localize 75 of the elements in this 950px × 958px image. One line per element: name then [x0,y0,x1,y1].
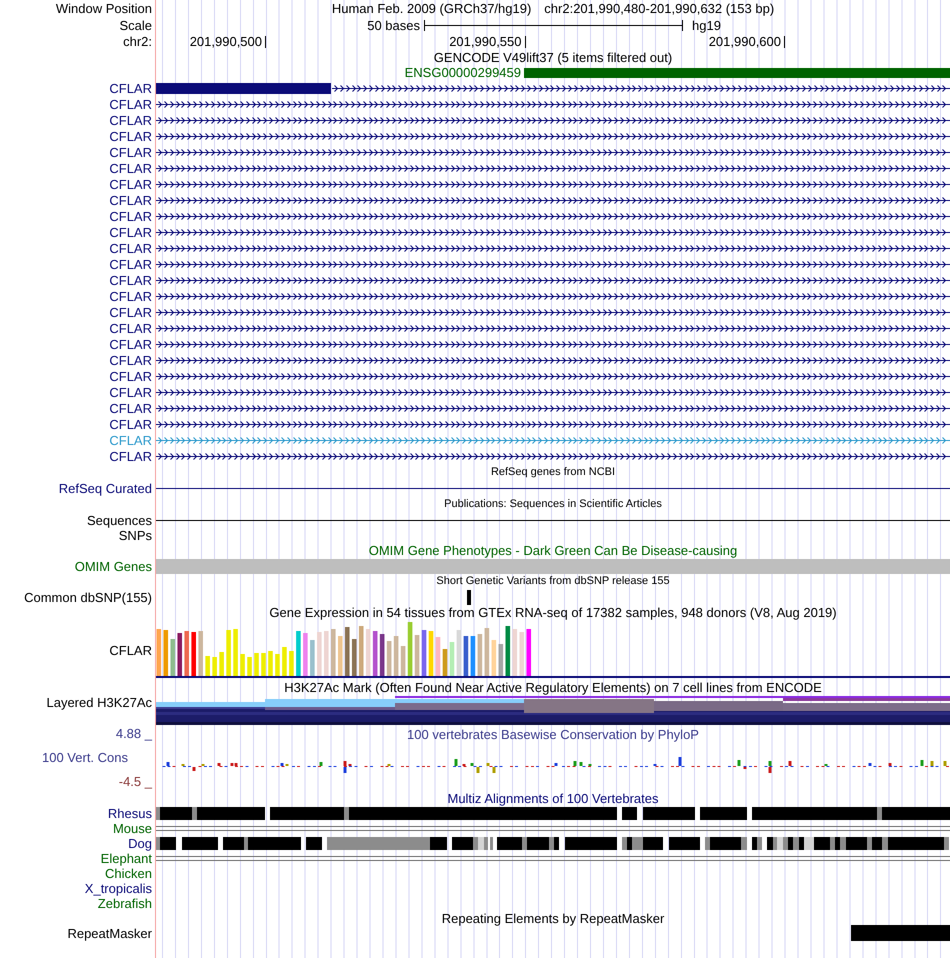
assembly-label: hg19 [692,18,721,32]
track-title: Gene Expression in 54 tissues from GTEx RNA-seq of 17382 samples, 948 donors (V8, Aug 2019) [269,605,837,620]
transcript-label[interactable]: CFLAR [109,304,152,320]
position-coordinates: chr2:201,990,480-201,990,632 (153 bp) [544,1,774,16]
chromosome-label: chr2: [123,34,152,48]
gene-bar[interactable] [524,68,950,78]
transcript-label[interactable]: CFLAR [109,80,152,96]
track-label[interactable]: RefSeq Curated [58,480,152,496]
transcript-label[interactable]: CFLAR [109,224,152,240]
expression-bar[interactable] [372,631,378,676]
transcript-label[interactable]: CFLAR [109,336,152,352]
transcript-label[interactable]: CFLAR [109,192,152,208]
transcript-label[interactable]: CFLAR [109,368,152,384]
transcript-label[interactable]: CFLAR [109,176,152,192]
scale-length: 50 bases [367,18,420,32]
species-label[interactable]: X_tropicalis [84,881,152,896]
ruler-coordinate: 201,990,550 [449,34,522,48]
transcript-label[interactable]: CFLAR [109,240,152,256]
track-label[interactable]: Sequences [86,512,152,528]
track-title: Multiz Alignments of 100 Vertebrates [447,791,658,806]
expression-bar[interactable] [506,626,510,676]
species-label[interactable]: Elephant [100,851,152,866]
transcript-label[interactable]: CFLAR [109,208,152,224]
transcript-label[interactable]: CFLAR [109,288,152,304]
window-position-label: Window Position [56,1,152,16]
expression-bar[interactable] [344,627,350,676]
track-title: OMIM Gene Phenotypes - Dark Green Can Be Disease-causing [368,543,738,558]
ruler-tick [524,36,526,48]
transcript-label[interactable]: CFLAR [109,448,152,464]
species-label[interactable]: Mouse [112,821,152,836]
track-title: H3K27Ac Mark (Often Found Near Active Regulatory Elements) on 7 cell lines from ENCODE [284,680,822,695]
transcript-label[interactable]: CFLAR [109,320,152,336]
transcript-label[interactable]: CFLAR [109,112,152,128]
ruler-tick [265,36,266,48]
expression-bar[interactable] [177,633,182,676]
species-label[interactable]: Dog [128,836,152,851]
transcript-label[interactable]: CFLAR [109,400,152,416]
axis-max-label: 4.88 _ [116,726,152,742]
transcript-label[interactable]: CFLAR [109,96,152,112]
track-label[interactable]: SNPs [118,528,152,543]
track-label[interactable]: CFLAR [109,642,152,658]
track-label[interactable]: RepeatMasker [67,926,152,940]
track-title: Publications: Sequences in Scientific Articles [444,496,662,512]
track-label[interactable]: OMIM Genes [74,558,152,574]
omim-gene-bar[interactable] [156,558,950,574]
track-title: GENCODE V49lift37 (5 items filtered out) [434,50,672,64]
species-label[interactable]: Chicken [105,866,152,881]
transcript-label[interactable]: CFLAR [109,256,152,272]
track-title: RefSeq genes from NCBI [490,464,616,480]
gene-id-label[interactable]: ENSG00000299459 [404,65,521,80]
track-label[interactable]: 100 Vert. Cons [42,750,152,766]
transcript-label[interactable]: CFLAR [109,416,152,432]
track-label[interactable]: Common dbSNP(155) [24,590,152,604]
scale-label: Scale [119,18,152,32]
ruler-tick [784,36,785,48]
transcript-label[interactable]: CFLAR [109,352,152,368]
track-title: Short Genetic Variants from dbSNP release 155 [436,574,670,589]
transcript-label[interactable]: CFLAR [109,272,152,288]
transcript-label[interactable]: CFLAR [109,144,152,160]
track-title: 100 vertebrates Basewise Conservation by PhyloP [407,726,699,742]
transcript-drawing[interactable] [156,80,950,96]
species-label[interactable]: Rhesus [108,806,152,821]
ruler-coordinate: 201,990,500 [190,34,262,48]
variant-mark[interactable] [467,590,471,604]
expression-bar[interactable] [352,639,357,676]
track-title: Repeating Elements by RepeatMasker [442,910,664,926]
transcript-label[interactable]: CFLAR [109,128,152,144]
species-label[interactable]: Zebrafish [98,896,152,911]
expression-bar[interactable] [380,634,384,676]
track-label[interactable]: Layered H3K27Ac [46,695,152,710]
transcript-label[interactable]: CFLAR [109,384,152,400]
transcript-label[interactable]: CFLAR [109,160,152,176]
genome-assembly-title: Human Feb. 2009 (GRCh37/hg19) [332,1,532,16]
axis-min-label: -4.5 _ [118,774,152,790]
ruler-coordinate: 201,990,600 [708,34,781,48]
